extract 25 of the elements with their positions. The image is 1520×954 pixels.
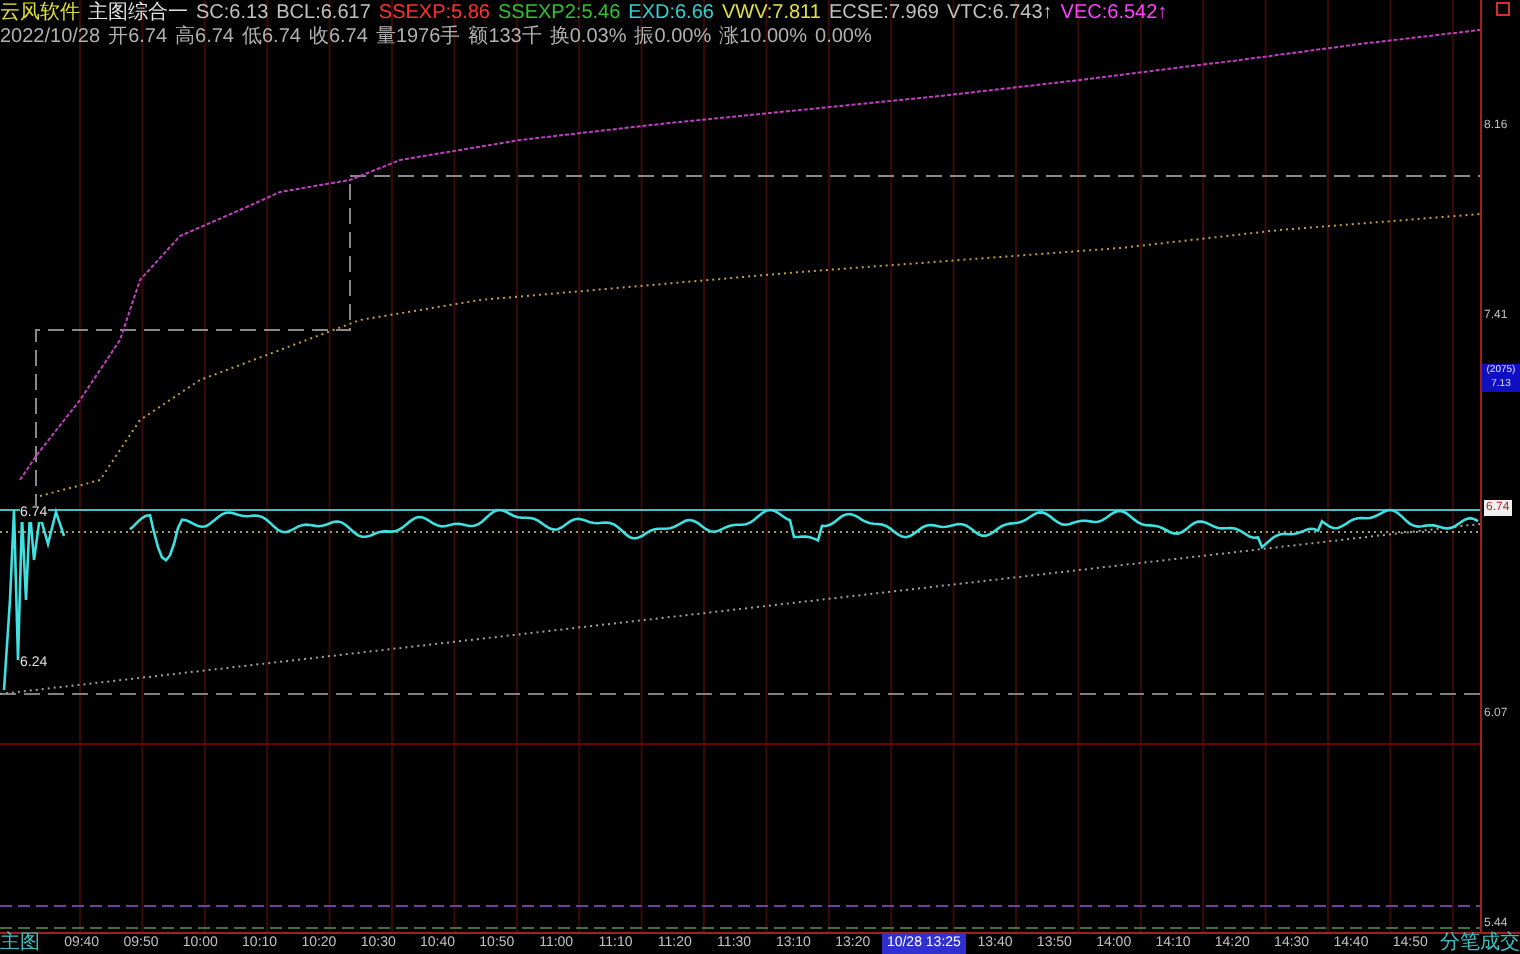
indicator-value: EXD:6.66 [628, 2, 714, 26]
software-title: 云风软件 [0, 2, 80, 26]
bar-info: 2022/10/28 [0, 26, 101, 50]
bar-info: 低6.74 [242, 26, 301, 50]
bar-info: 额133千 [468, 26, 542, 50]
indicator-value: SSEXP:5.86 [378, 2, 490, 25]
chart-tab-label: 主图 [0, 934, 42, 954]
bar-info: 开6.74 [108, 26, 168, 50]
bar-info: 换0.03% [549, 26, 627, 50]
bar-info: 量1976手 [375, 26, 461, 50]
indicator-value: SSEXP2:5.46 [498, 2, 621, 25]
indicator-name: 主图综合一 [88, 2, 188, 25]
bar-info: 高6.74 [175, 26, 234, 50]
indicator-value: ECSE:7.969 [828, 2, 939, 26]
bar-info: 振0.00% [634, 26, 712, 50]
indicator-value: VEC:6.542↑ [1060, 2, 1168, 26]
period-icon [1496, 2, 1510, 16]
bar-info: 0.00% [815, 26, 872, 50]
bar-info: 收6.74 [308, 26, 368, 50]
indicator-value: SC:6.13 [196, 2, 269, 25]
bar-info: 涨10.00% [719, 26, 808, 50]
indicator-value: VWV:7.811 [721, 2, 821, 25]
indicator-value: BCL:6.617 [276, 2, 371, 26]
trade-detail-label: 分笔成交 [1440, 934, 1520, 954]
indicator-value: VTC:6.743↑ [946, 2, 1053, 26]
